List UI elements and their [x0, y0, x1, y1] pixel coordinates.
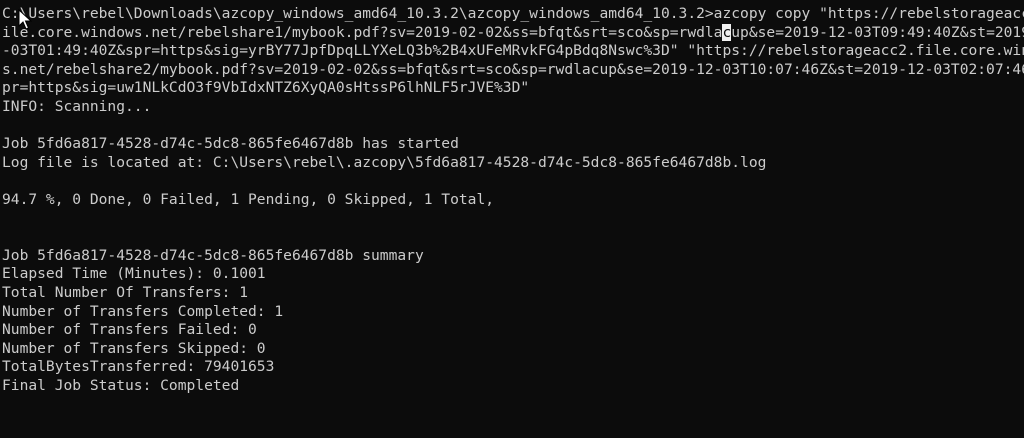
- summary-transfers-skipped: Number of Transfers Skipped: 0: [2, 339, 266, 357]
- command-line-2-start: ile.core.windows.net/rebelshare1/mybook.…: [2, 23, 723, 41]
- progress-status: 94.7 %, 0 Done, 0 Failed, 1 Pending, 0 S…: [2, 190, 495, 208]
- text-cursor: c: [722, 23, 732, 41]
- summary-transfers-completed: Number of Transfers Completed: 1: [2, 302, 284, 320]
- command-line-3: -03T01:49:40Z&spr=https&sig=yrBY77JpfDpq…: [2, 42, 1024, 60]
- terminal-window[interactable]: C:\Users\rebel\Downloads\azcopy_windows_…: [0, 0, 1024, 438]
- summary-bytes-transferred: TotalBytesTransferred: 79401653: [2, 358, 275, 376]
- command-line-1: C:\Users\rebel\Downloads\azcopy_windows_…: [2, 5, 1024, 22]
- mouse-pointer-icon: [18, 9, 32, 30]
- summary-final-status: Final Job Status: Completed: [2, 376, 240, 394]
- summary-total-transfers: Total Number Of Transfers: 1: [2, 283, 249, 301]
- scanning-info: INFO: Scanning...: [2, 97, 152, 115]
- command-line-5: pr=https&sig=uw1NLkCdO3f9VbIdxNTZ6XyQA0s…: [2, 79, 530, 97]
- summary-elapsed-time: Elapsed Time (Minutes): 0.1001: [2, 265, 266, 283]
- command-line-2: ile.core.windows.net/rebelshare1/mybook.…: [2, 23, 1024, 43]
- command-line-2-end: up&se=2019-12-03T09:49:40Z&st=2019-12: [731, 23, 1024, 41]
- summary-transfers-failed: Number of Transfers Failed: 0: [2, 321, 257, 339]
- log-file-path: Log file is located at: C:\Users\rebel\.…: [2, 153, 767, 171]
- command-line-4: s.net/rebelshare2/mybook.pdf?sv=2019-02-…: [2, 60, 1024, 78]
- job-started-message: Job 5fd6a817-4528-d74c-5dc8-865fe6467d8b…: [2, 135, 459, 153]
- summary-header: Job 5fd6a817-4528-d74c-5dc8-865fe6467d8b…: [2, 246, 424, 264]
